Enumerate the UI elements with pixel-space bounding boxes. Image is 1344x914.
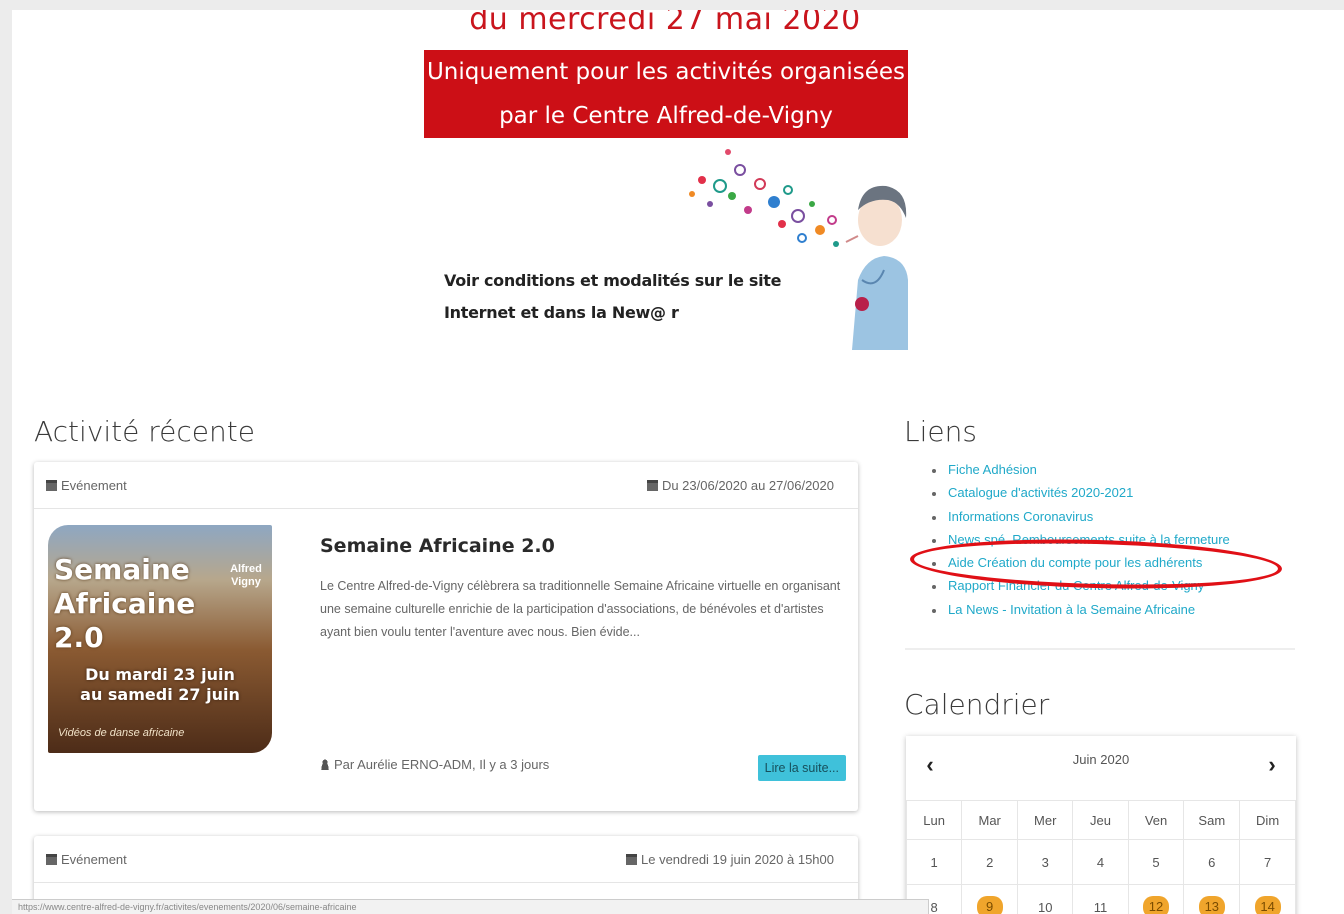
calendar-day[interactable]: 9	[961, 884, 1019, 914]
event-thumbnail[interactable]: Semaine Africaine 2.0 Alfred Vigny Du ma…	[48, 525, 272, 753]
thumbnail-title-line1: Semaine	[54, 553, 190, 586]
link-catalogue[interactable]: Catalogue d'activités 2020-2021	[948, 485, 1133, 500]
card-type-label: Evénement	[61, 852, 127, 867]
link-aide-creation-compte[interactable]: Aide Création du compte pour les adhéren…	[948, 555, 1202, 570]
calendar-day[interactable]: 3	[1017, 839, 1074, 885]
thumbnail-title-line3: 2.0	[54, 621, 104, 654]
calendar-week: 1234567	[905, 839, 1296, 885]
announcement-poster: du mercredi 27 mai 2020 Uniquement pour …	[422, 10, 908, 350]
weekday-header: Lun	[905, 800, 963, 840]
card-date-label: Du 23/06/2020 au 27/06/2020	[661, 478, 834, 493]
calendar-icon	[46, 480, 57, 491]
page: du mercredi 27 mai 2020 Uniquement pour …	[12, 10, 1344, 914]
poster-note-line2: Internet et dans la New@ r	[444, 303, 679, 322]
event-day-badge[interactable]: 14	[1254, 896, 1281, 914]
article-author: Par Aurélie ERNO-ADM, Il y a 3 jours	[320, 757, 549, 772]
user-icon	[320, 759, 330, 770]
thumbnail-dates-line1: Du mardi 23 juin	[85, 665, 235, 684]
poster-date: du mercredi 27 mai 2020	[469, 10, 861, 37]
browser-status-bar: https://www.centre-alfred-de-vigny.fr/ac…	[12, 899, 929, 914]
link-news-semaine-africaine[interactable]: La News - Invitation à la Semaine Africa…	[948, 602, 1195, 617]
calendar-day[interactable]: 2	[961, 839, 1019, 885]
poster-banner: Uniquement pour les activités organisées…	[424, 50, 908, 138]
calendar-day[interactable]: 1	[905, 839, 963, 885]
calendar-header: ‹ Juin 2020 ›	[906, 736, 1296, 800]
calendar-day[interactable]: 14	[1239, 884, 1296, 914]
links-title: Liens	[904, 415, 977, 448]
calendar-week: 8 9 10 11 12 13 14	[905, 884, 1296, 914]
link-item: Rapport Financier du Centre Alfred-de-Vi…	[930, 578, 1230, 601]
event-day-badge[interactable]: 9	[976, 896, 1003, 914]
calendar-day[interactable]: 11	[1072, 884, 1129, 914]
poster-note-line1: Voir conditions et modalités sur le site	[444, 271, 782, 290]
event-day-badge[interactable]: 13	[1198, 896, 1225, 914]
calendar-icon	[46, 854, 57, 865]
weekday-header: Mer	[1017, 800, 1074, 840]
card-date: Le vendredi 19 juin 2020 à 15h00	[626, 852, 834, 867]
card-type: Evénement	[46, 852, 127, 867]
article-excerpt: Le Centre Alfred-de-Vigny célèbrera sa t…	[320, 579, 841, 639]
calendar-day[interactable]: 10	[1017, 884, 1074, 914]
girl-figure	[845, 185, 908, 350]
link-item: News spé. Remboursements suite à la ferm…	[930, 532, 1230, 555]
bubbles	[689, 149, 839, 247]
article-author-label: Par Aurélie ERNO-ADM, Il y a 3 jours	[334, 757, 550, 772]
card-date: Du 23/06/2020 au 27/06/2020	[646, 478, 834, 493]
calendar-title: Calendrier	[904, 688, 1050, 721]
calendar-icon	[626, 854, 637, 865]
calendar-day[interactable]: 12	[1127, 884, 1185, 914]
weekday-header: Sam	[1183, 800, 1241, 840]
recent-activity-title: Activité récente	[34, 415, 255, 448]
event-day-badge[interactable]: 12	[1143, 896, 1170, 914]
read-more-button[interactable]: Lire la suite...	[757, 755, 846, 781]
link-item: La News - Invitation à la Semaine Africa…	[930, 602, 1230, 625]
calendar-day[interactable]: 7	[1239, 839, 1296, 885]
calendar-icon	[646, 480, 658, 491]
link-item: Fiche Adhésion	[930, 462, 1230, 485]
activity-card: Evénement Du 23/06/2020 au 27/06/2020 Se…	[34, 462, 858, 811]
calendar-day[interactable]: 4	[1072, 839, 1129, 885]
link-rapport-financier[interactable]: Rapport Financier du Centre Alfred-de-Vi…	[948, 578, 1204, 593]
calendar-day[interactable]: 5	[1127, 839, 1185, 885]
card-header: Evénement Le vendredi 19 juin 2020 à 15h…	[34, 836, 858, 883]
card-date-label: Le vendredi 19 juin 2020 à 15h00	[641, 852, 834, 867]
link-remboursements[interactable]: News spé. Remboursements suite à la ferm…	[948, 532, 1230, 547]
link-item: Aide Création du compte pour les adhéren…	[930, 555, 1230, 578]
link-item: Informations Coronavirus	[930, 509, 1230, 532]
links-list: Fiche Adhésion Catalogue d'activités 202…	[930, 462, 1230, 625]
poster-note: Voir conditions et modalités sur le site…	[444, 265, 804, 329]
card-type-label: Evénement	[61, 478, 127, 493]
calendar-month: Juin 2020	[1072, 752, 1130, 767]
article-title[interactable]: Semaine Africaine 2.0	[320, 535, 555, 557]
thumbnail-dates-line2: au samedi 27 juin	[80, 685, 240, 704]
calendar-weekdays: Lun Mar Mer Jeu Ven Sam Dim	[905, 800, 1296, 840]
weekday-header: Ven	[1127, 800, 1185, 840]
card-header: Evénement Du 23/06/2020 au 27/06/2020	[34, 462, 858, 509]
calendar-grid: Lun Mar Mer Jeu Ven Sam Dim 1234567 8 9 10 11 12 13…	[905, 800, 1296, 914]
weekday-header: Dim	[1239, 800, 1296, 840]
link-fiche-adhesion[interactable]: Fiche Adhésion	[948, 462, 1037, 477]
calendar-day[interactable]: 13	[1183, 884, 1241, 914]
poster-banner-line1: Uniquement pour les activités organisées	[426, 59, 906, 85]
chevron-right-icon[interactable]: ›	[1260, 754, 1284, 778]
poster-banner-line2: par le Centre Alfred-de-Vigny	[499, 103, 833, 129]
link-coronavirus[interactable]: Informations Coronavirus	[948, 509, 1093, 524]
link-item: Catalogue d'activités 2020-2021	[930, 485, 1230, 508]
card-type: Evénement	[46, 478, 127, 493]
centre-logo: Alfred Vigny	[230, 563, 262, 588]
thumbnail-title-line2: Africaine	[54, 587, 196, 620]
thumbnail-footer: Vidéos de danse africaine	[58, 727, 185, 739]
weekday-header: Mar	[961, 800, 1019, 840]
calendar-day[interactable]: 6	[1183, 839, 1241, 885]
card-body: Semaine Africaine 2.0 Alfred Vigny Du ma…	[34, 509, 858, 811]
sidebar-divider	[905, 648, 1295, 650]
weekday-header: Jeu	[1072, 800, 1129, 840]
calendar-widget: ‹ Juin 2020 › Lun Mar Mer Jeu Ven Sam Dim 1234…	[905, 736, 1296, 914]
